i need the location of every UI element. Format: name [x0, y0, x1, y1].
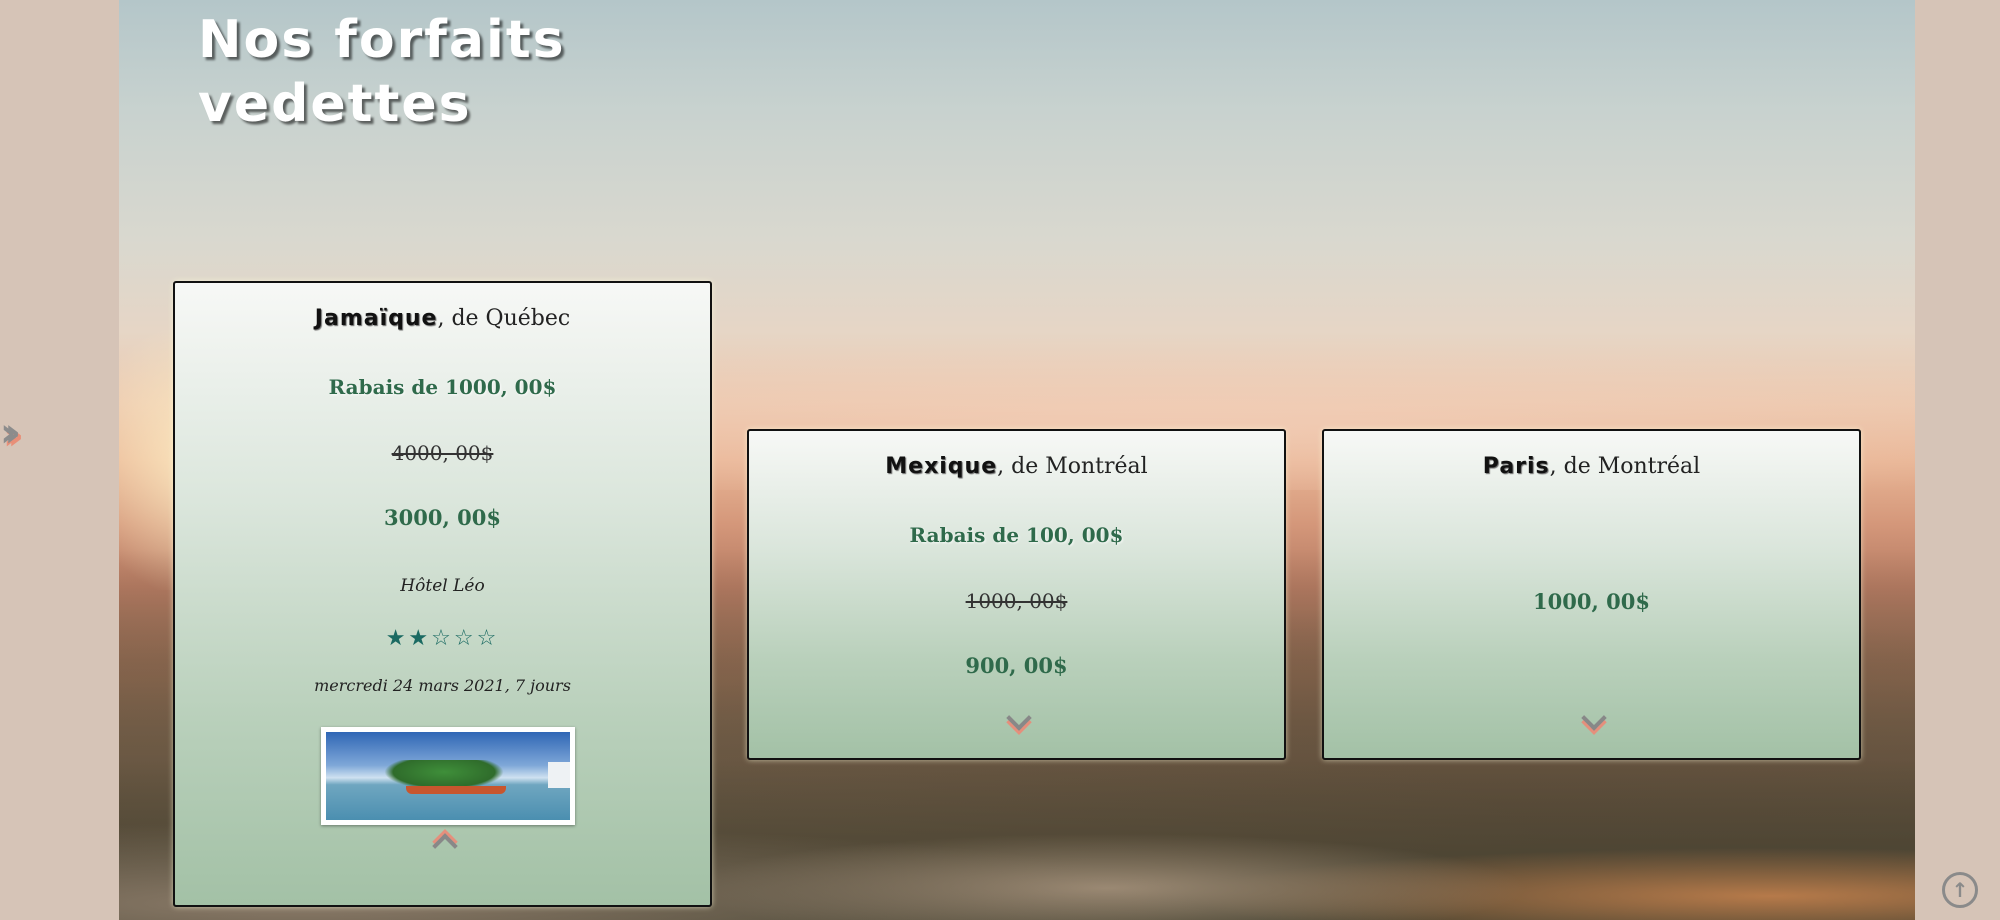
- old-price: 1000, 00$: [965, 589, 1068, 613]
- package-card-mexique: Mexique, de Montréal Rabais de 100, 00$ …: [747, 429, 1286, 760]
- discount-label: Rabais de 100, 00$: [909, 523, 1124, 547]
- package-destination: Mexique, de Montréal: [749, 454, 1284, 479]
- arrow-up-circle-icon[interactable]: ↑: [1942, 872, 1978, 908]
- expand-chevron-down-icon[interactable]: [1580, 705, 1607, 731]
- package-destination: Jamaïque, de Québec: [175, 306, 710, 331]
- destination-name: Jamaïque: [314, 306, 438, 331]
- package-card-jamaique: Jamaïque, de Québec Rabais de 1000, 00$ …: [173, 281, 712, 907]
- departure-date: mercredi 24 mars 2021, 7 jours: [314, 676, 571, 695]
- collapse-chevron-up-icon[interactable]: [431, 833, 458, 859]
- new-price: 3000, 00$: [384, 505, 501, 530]
- hotel-name: Hôtel Léo: [400, 576, 485, 596]
- expand-chevron-down-icon[interactable]: [1005, 705, 1032, 731]
- boat-shape: [406, 786, 506, 794]
- price: 1000, 00$: [1533, 589, 1650, 614]
- house-shape: [548, 762, 570, 788]
- new-price: 900, 00$: [965, 653, 1068, 678]
- double-chevron-right-icon[interactable]: ››: [0, 413, 21, 453]
- departure-city: , de Québec: [437, 306, 571, 331]
- destination-name: Paris: [1482, 454, 1550, 479]
- discount-label: Rabais de 1000, 00$: [328, 375, 557, 399]
- old-price: 4000, 00$: [391, 441, 494, 465]
- package-destination: Paris, de Montréal: [1324, 454, 1859, 479]
- star-rating: ★★☆☆☆: [385, 626, 500, 651]
- package-card-paris: Paris, de Montréal 1000, 00$: [1322, 429, 1861, 760]
- departure-city: , de Montréal: [997, 454, 1148, 479]
- destination-photo: [321, 727, 575, 825]
- destination-name: Mexique: [885, 454, 998, 479]
- page-title: Nos forfaits vedettes: [198, 10, 566, 134]
- departure-city: , de Montréal: [1549, 454, 1701, 479]
